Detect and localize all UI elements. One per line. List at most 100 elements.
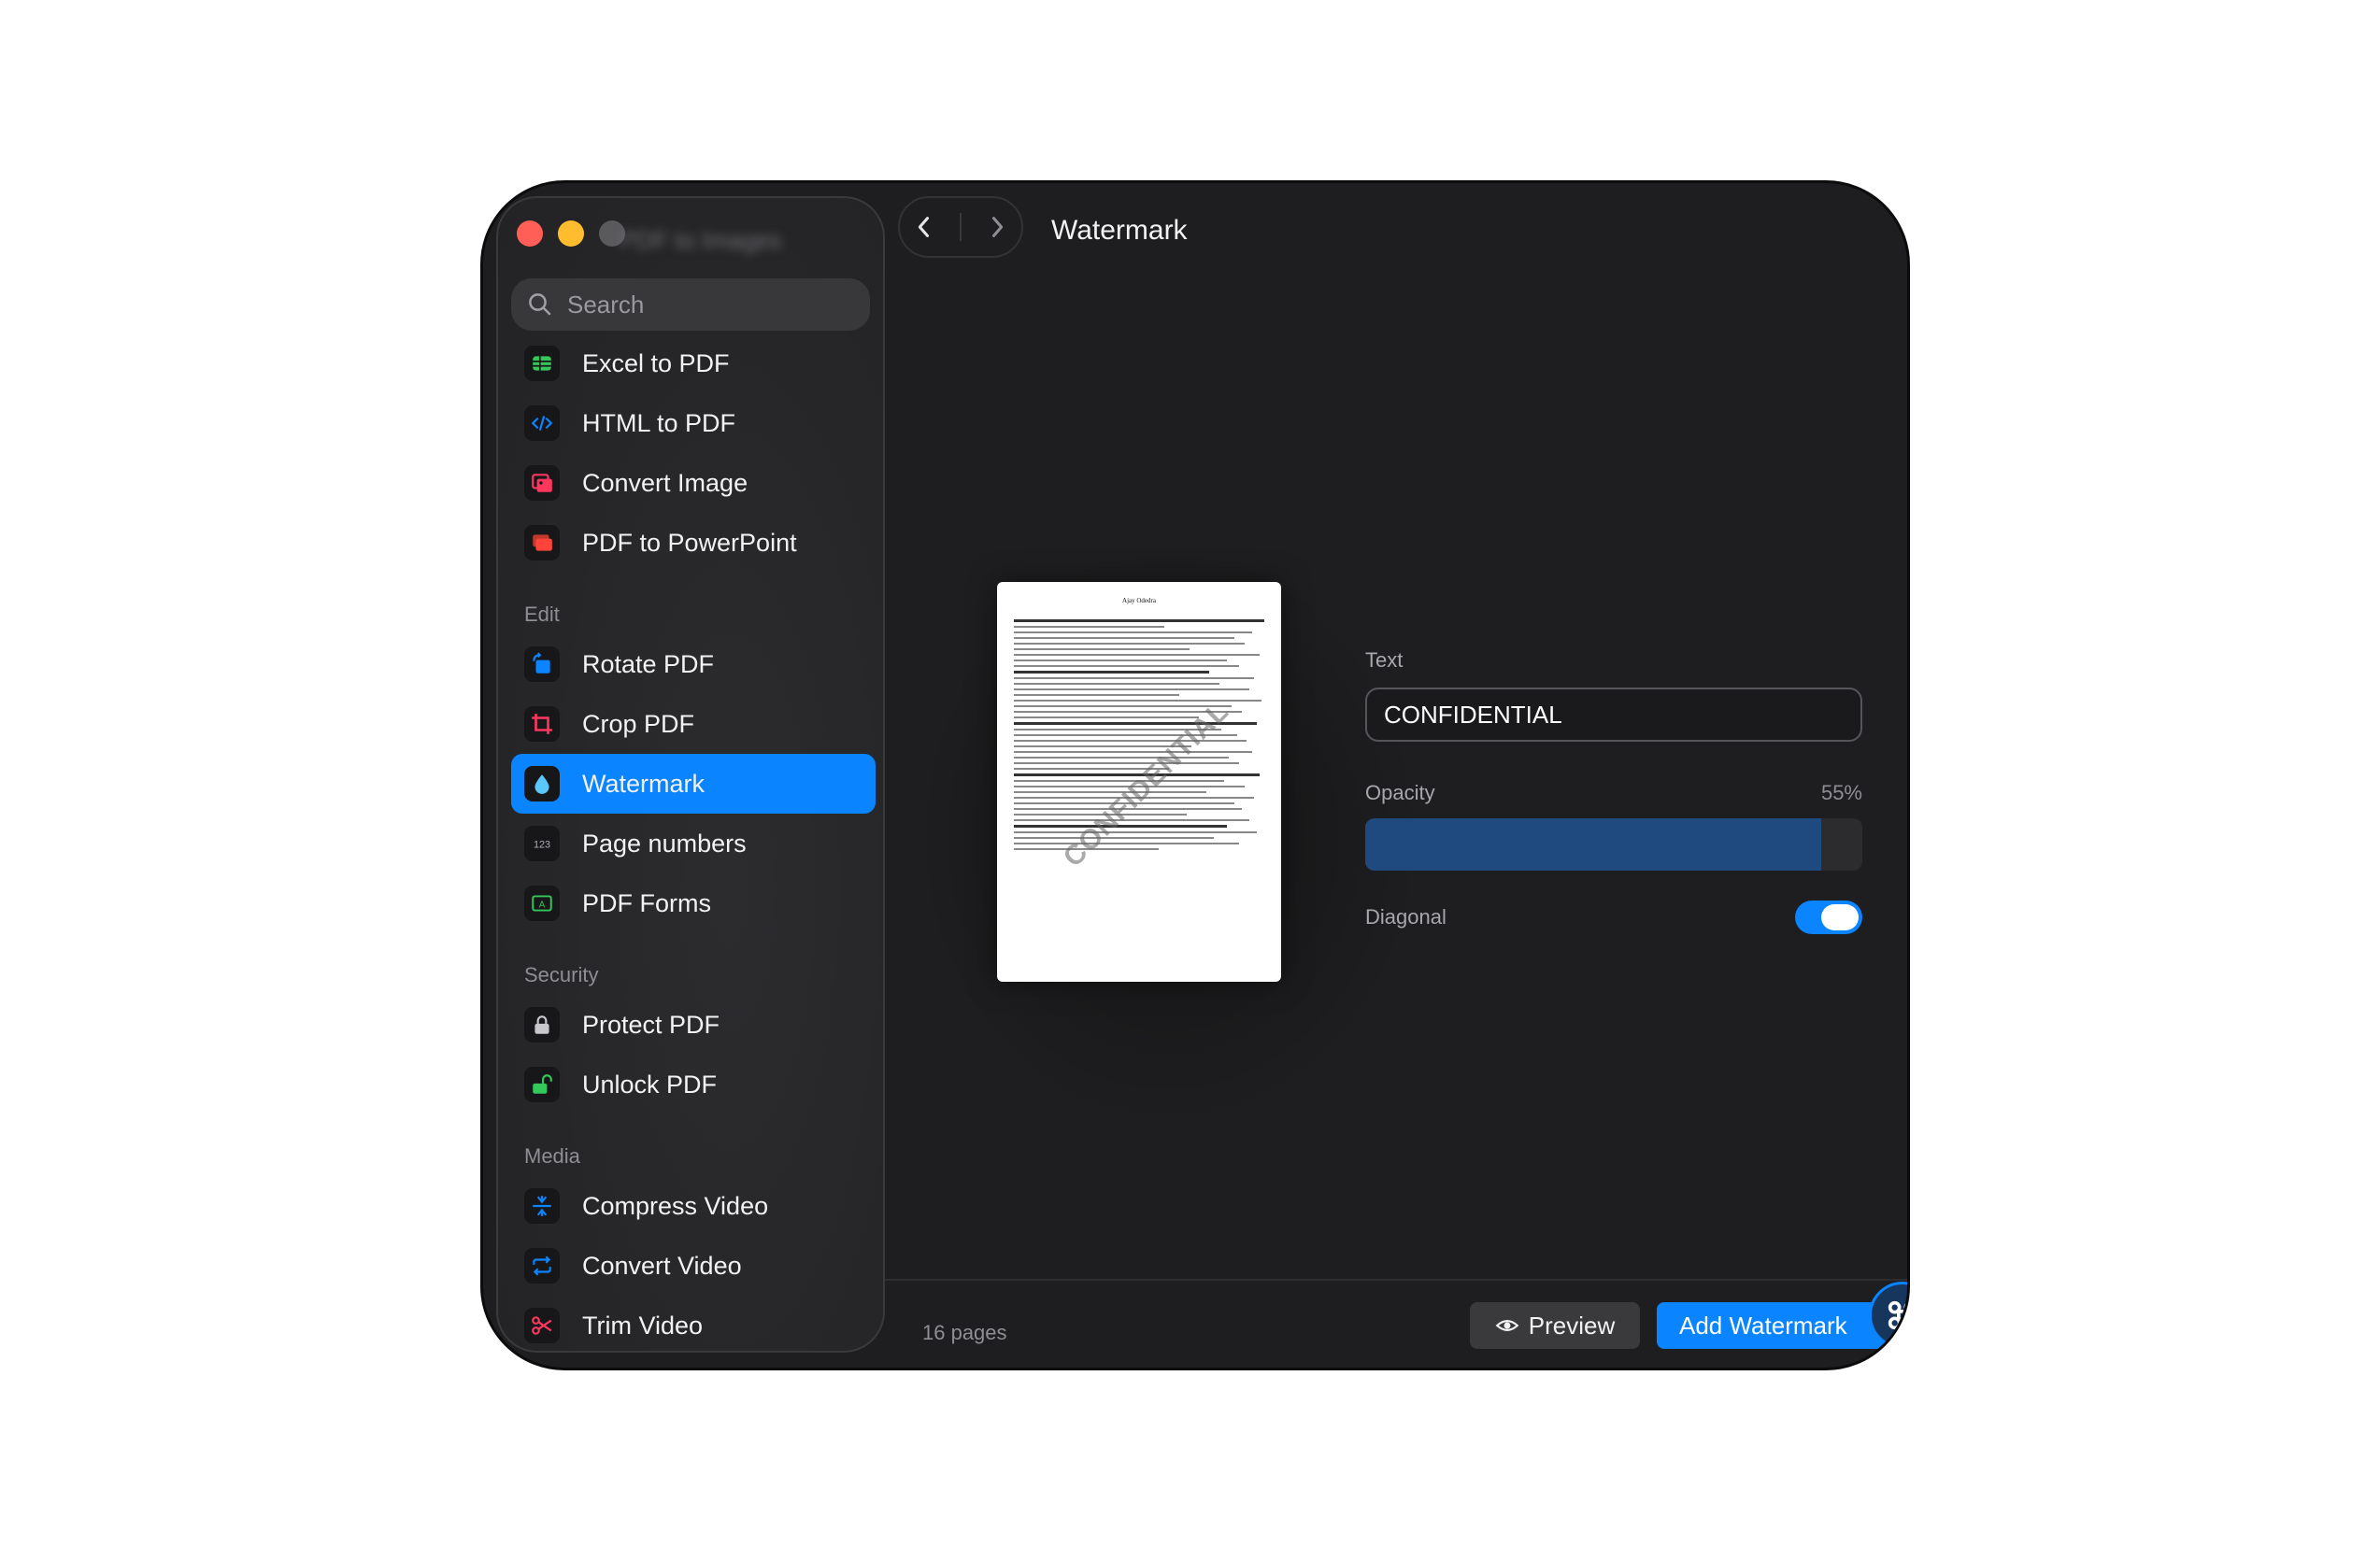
sidebar-item-label: Convert Image — [582, 468, 748, 497]
app-window: PDF to Images Excel to PDF HTML to PDF — [480, 180, 1910, 1370]
document-line — [1014, 843, 1240, 844]
chevron-left-icon[interactable] — [911, 214, 937, 240]
sidebar-item-convert-image[interactable]: Convert Image — [511, 453, 876, 513]
sidebar-item-label: Watermark — [582, 769, 705, 798]
document-line — [1014, 688, 1249, 690]
document-line — [1014, 637, 1234, 639]
sidebar-item-label: PDF to PowerPoint — [582, 528, 797, 557]
history-navigation — [898, 196, 1023, 258]
search-input[interactable] — [567, 290, 848, 319]
code-icon — [524, 405, 560, 441]
document-line — [1014, 757, 1230, 759]
sidebar-item-label: HTML to PDF — [582, 408, 736, 437]
document-name: Ajay Odedra — [1122, 597, 1156, 604]
window-controls — [517, 220, 625, 247]
document-line — [1014, 791, 1207, 793]
document-line — [1014, 716, 1200, 718]
document-line — [1014, 700, 1262, 702]
search-icon — [529, 293, 551, 316]
document-line — [1014, 619, 1264, 622]
compress-icon — [524, 1188, 560, 1224]
opacity-slider-fill — [1365, 818, 1821, 871]
chevron-right-icon[interactable] — [984, 214, 1010, 240]
sidebar-item-label: Convert Video — [582, 1251, 742, 1280]
text-label: Text — [1365, 648, 1404, 672]
sidebar-item-label: Unlock PDF — [582, 1070, 718, 1099]
page-title: Watermark — [1051, 215, 1188, 246]
unlock-icon — [524, 1067, 560, 1102]
watermark-settings: Text Opacity 55% Diagonal — [1365, 648, 1862, 934]
eye-icon — [1495, 1320, 1519, 1331]
sidebar-item-label: Excel to PDF — [582, 348, 730, 377]
document-line — [1014, 631, 1252, 633]
blurred-item-label: PDF to Images — [620, 226, 782, 254]
opacity-slider[interactable] — [1365, 818, 1862, 871]
opacity-label: Opacity — [1365, 781, 1435, 804]
watermark-text-input[interactable] — [1365, 688, 1862, 742]
sidebar-item-compress-video[interactable]: Compress Video — [511, 1176, 876, 1236]
document-line — [1014, 648, 1190, 650]
add-watermark-button[interactable]: Add Watermark — [1657, 1302, 1900, 1349]
sidebar-item-label: Trim Video — [582, 1311, 704, 1340]
add-watermark-label: Add Watermark — [1679, 1311, 1847, 1340]
pages-count: 16 pages — [922, 1321, 1007, 1344]
nav-divider — [960, 213, 962, 241]
sidebar-item-trim-video[interactable]: Trim Video — [511, 1296, 876, 1351]
diagonal-row: Diagonal — [1365, 901, 1862, 934]
document-line — [1014, 654, 1260, 656]
sidebar-item-label: Page numbers — [582, 829, 747, 858]
footer-divider — [885, 1279, 1907, 1281]
document-line — [1014, 660, 1227, 661]
sidebar-item-unlock-pdf[interactable]: Unlock PDF — [511, 1055, 876, 1114]
document-line — [1014, 677, 1255, 679]
svg-text:123: 123 — [534, 839, 550, 850]
preview-button-label: Preview — [1528, 1311, 1616, 1340]
table-icon — [524, 346, 560, 381]
document-text-lines — [1014, 619, 1264, 854]
sidebar-item-pdf-forms[interactable]: A PDF Forms — [511, 873, 876, 933]
main-pane: Watermark Ajay Odedra CONFIDENTIAL Text … — [885, 183, 1907, 1368]
sidebar-item-protect-pdf[interactable]: Protect PDF — [511, 995, 876, 1055]
document-line — [1014, 762, 1240, 764]
opacity-value: 55% — [1820, 781, 1862, 804]
section-title-edit: Edit — [524, 603, 560, 626]
crop-icon — [524, 706, 560, 742]
sidebar-item-watermark[interactable]: Watermark — [511, 754, 876, 814]
opacity-row: Opacity 55% — [1365, 781, 1862, 805]
preview-button[interactable]: Preview — [1470, 1302, 1640, 1349]
document-line — [1014, 831, 1257, 833]
sidebar-item-crop-pdf[interactable]: Crop PDF — [511, 694, 876, 754]
document-preview: Ajay Odedra CONFIDENTIAL — [997, 582, 1281, 982]
search-field[interactable] — [511, 278, 870, 331]
close-window-button[interactable] — [517, 220, 543, 247]
diagonal-label: Diagonal — [1365, 905, 1447, 929]
document-line — [1014, 671, 1210, 674]
diagonal-toggle[interactable] — [1795, 901, 1862, 934]
document-line — [1014, 780, 1225, 782]
sidebar-nav: Excel to PDF HTML to PDF Convert Image P… — [511, 333, 876, 1351]
sidebar-item-rotate-pdf[interactable]: Rotate PDF — [511, 634, 876, 694]
document-line — [1014, 683, 1219, 685]
slides-icon — [524, 525, 560, 560]
command-icon — [1888, 1300, 1907, 1330]
numbers-icon: 123 — [524, 826, 560, 861]
drop-icon — [524, 766, 560, 801]
section-title-media: Media — [524, 1144, 580, 1168]
rotate-icon — [524, 646, 560, 682]
sidebar-item-label: Crop PDF — [582, 709, 695, 738]
document-line — [1014, 665, 1240, 667]
sidebar-item-convert-video[interactable]: Convert Video — [511, 1236, 876, 1296]
lock-icon — [524, 1007, 560, 1042]
sidebar-item-page-numbers[interactable]: 123 Page numbers — [511, 814, 876, 873]
minimize-window-button[interactable] — [558, 220, 584, 247]
form-field-icon: A — [524, 886, 560, 921]
document-line — [1014, 751, 1252, 753]
document-line — [1014, 694, 1179, 696]
svg-text:A: A — [539, 900, 546, 910]
sidebar-item-label: Compress Video — [582, 1191, 769, 1220]
sidebar-item-html-to-pdf[interactable]: HTML to PDF — [511, 393, 876, 453]
sidebar-item-label: Protect PDF — [582, 1010, 720, 1039]
sidebar-item-pdf-to-powerpoint[interactable]: PDF to PowerPoint — [511, 513, 876, 573]
photos-icon — [524, 465, 560, 501]
sidebar-item-excel-to-pdf[interactable]: Excel to PDF — [511, 333, 876, 393]
